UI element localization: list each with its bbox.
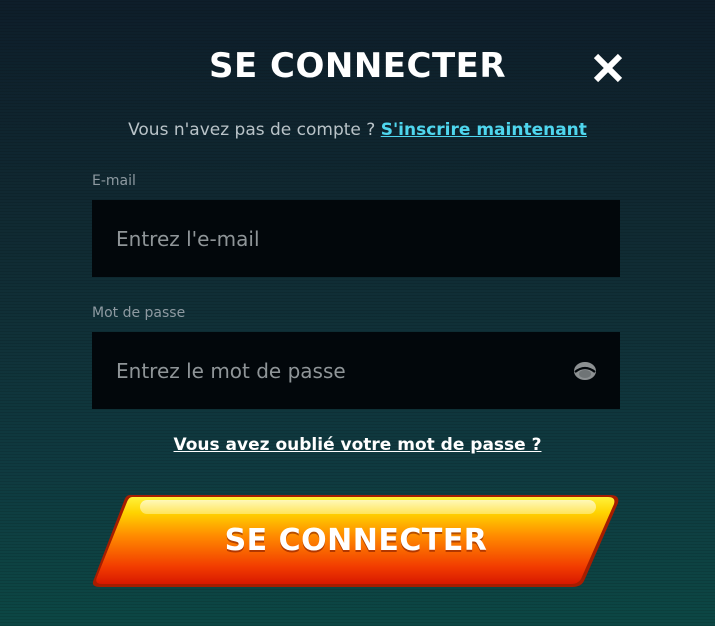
login-submit-label: SE CONNECTER [224, 523, 488, 558]
email-field[interactable] [116, 200, 556, 277]
password-visibility-toggle[interactable] [572, 360, 598, 382]
login-dialog: SE CONNECTER Vous n'avez pas de compte ?… [0, 0, 715, 626]
password-field-container [92, 332, 620, 409]
signup-prompt-row: Vous n'avez pas de compte ? S'inscrire m… [0, 118, 715, 142]
password-label: Mot de passe [92, 305, 186, 321]
forgot-password-link[interactable]: Vous avez oublié votre mot de passe ? [0, 433, 715, 457]
close-icon [593, 53, 623, 83]
close-button[interactable] [588, 48, 628, 88]
email-label: E-mail [92, 173, 136, 189]
signup-prompt-text: Vous n'avez pas de compte ? [128, 120, 376, 140]
password-field[interactable] [116, 332, 556, 409]
eye-icon [574, 362, 596, 380]
login-submit-button[interactable]: SE CONNECTER [90, 493, 622, 589]
email-field-container [92, 200, 620, 277]
signup-link[interactable]: S'inscrire maintenant [381, 120, 587, 140]
